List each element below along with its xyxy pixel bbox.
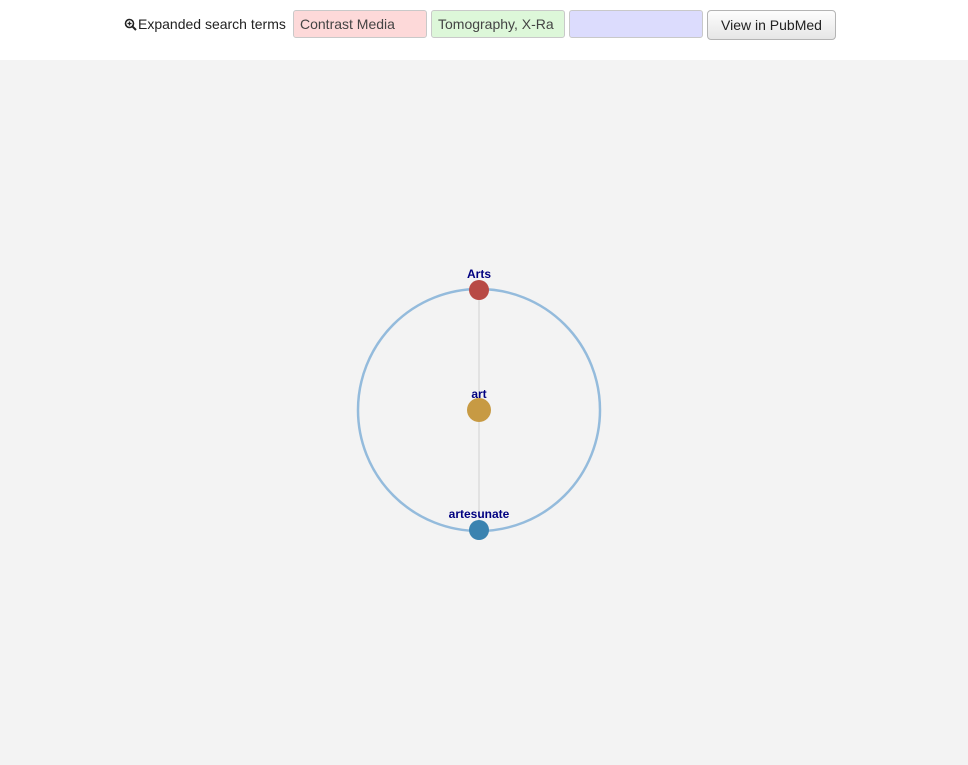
zoom-in-icon <box>124 18 137 31</box>
node-dot-art[interactable] <box>467 398 491 422</box>
node-label-artesunate: artesunate <box>449 507 510 521</box>
node-dot-artesunate[interactable] <box>469 520 489 540</box>
search-term-input-1[interactable] <box>293 10 427 38</box>
graph-node-arts[interactable]: Arts <box>467 267 491 300</box>
graph-node-art[interactable]: art <box>467 387 491 422</box>
search-label-text: Expanded search terms <box>138 16 286 32</box>
node-label-arts: Arts <box>467 267 491 281</box>
term-graph-canvas[interactable]: Arts art artesunate <box>0 60 968 765</box>
search-term-input-2[interactable] <box>431 10 565 38</box>
expanded-search-terms-label: Expanded search terms <box>124 16 286 33</box>
term-graph: Arts art artesunate <box>356 267 602 540</box>
search-toolbar: Expanded search terms View in PubMed <box>0 0 968 60</box>
graph-node-artesunate[interactable]: artesunate <box>449 507 510 540</box>
search-term-input-3[interactable] <box>569 10 703 38</box>
view-in-pubmed-button[interactable]: View in PubMed <box>707 10 836 40</box>
node-label-art: art <box>471 387 486 401</box>
node-dot-arts[interactable] <box>469 280 489 300</box>
